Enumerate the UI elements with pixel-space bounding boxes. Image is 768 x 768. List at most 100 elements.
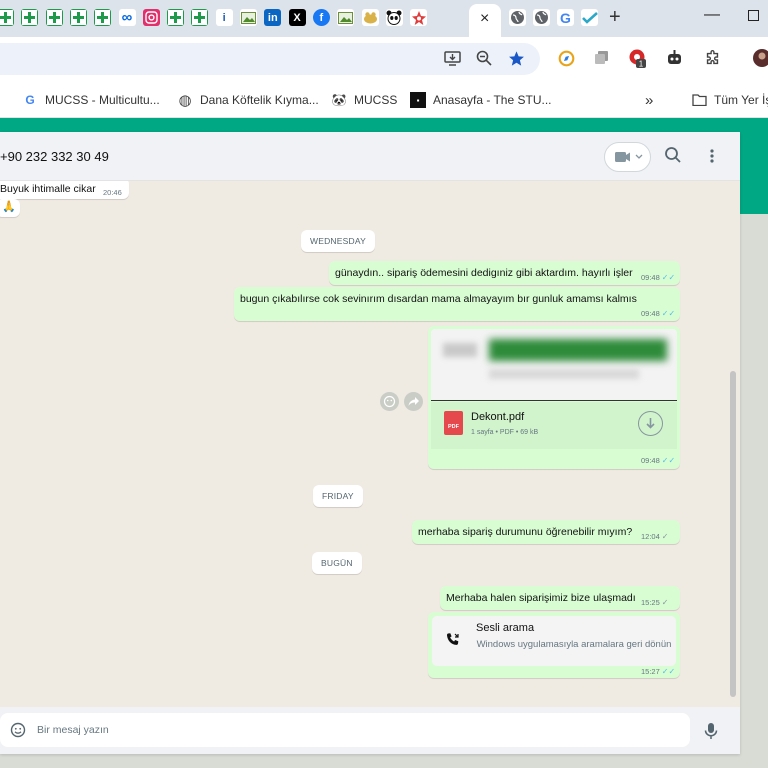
read-receipt-icon: ✓✓ — [661, 456, 676, 465]
tab-favicon-globe-icon[interactable] — [533, 9, 550, 26]
new-tab-button[interactable]: + — [609, 6, 621, 29]
message-reaction: 🙏 — [0, 199, 20, 217]
microphone-icon[interactable] — [703, 722, 719, 740]
outgoing-document-message[interactable]: PDF Dekont.pdf 1 sayfa • PDF • 69 kB 09:… — [428, 326, 680, 469]
tab-favicon-meta-icon[interactable]: ∞ — [118, 9, 136, 26]
message-time: 15:27 ✓✓ — [641, 667, 675, 676]
date-separator: FRIDAY — [313, 485, 363, 507]
extension-badge-icon[interactable]: 1 — [628, 48, 648, 68]
delivered-receipt-icon: ✓ — [661, 532, 669, 541]
outgoing-message: merhaba sipariş durumunu öğrenebilir mıy… — [412, 520, 680, 544]
tab-favicon-green-plus-icon[interactable] — [167, 9, 185, 26]
message-text: Merhaba halen siparişimiz bize ulaşmadı — [446, 592, 636, 604]
bookmarks-bar: G MUCSS - Multicultu... ◍ Dana Köftelik … — [0, 81, 768, 118]
read-receipt-icon: ✓✓ — [661, 273, 676, 282]
bookmark-label: MUCSS - Multicultu... — [45, 93, 160, 107]
message-time: 09:48 ✓✓ — [641, 456, 675, 465]
zoom-icon[interactable] — [474, 48, 494, 68]
tab-favicon-linkedin-icon[interactable]: in — [264, 9, 282, 26]
header-accent-band — [0, 118, 768, 132]
message-time: 09:48 ✓✓ — [641, 309, 675, 318]
outgoing-message: bugun çıkabılırse cok sevinırım dısardan… — [234, 287, 680, 321]
tab-favicon-frog-icon[interactable] — [361, 9, 379, 26]
side-accent-band — [740, 132, 768, 214]
bookmark-mucss[interactable]: 🐼 MUCSS — [331, 90, 398, 110]
react-emoji-icon[interactable] — [380, 392, 399, 411]
contact-name[interactable]: +90 232 332 30 49 — [0, 149, 109, 164]
tab-favicon-green-plus-icon[interactable] — [45, 9, 63, 26]
install-app-icon[interactable] — [442, 48, 462, 68]
bookmark-dana-koftelik[interactable]: ◍ Dana Köftelik Kıyma... — [177, 90, 318, 110]
tab-favicon-green-plus-icon[interactable] — [94, 9, 112, 26]
messages-scrollbar[interactable] — [730, 371, 736, 697]
call-title: Sesli arama — [476, 622, 535, 634]
message-text: merhaba sipariş durumunu öğrenebilir mıy… — [418, 526, 633, 538]
close-tab-icon[interactable]: × — [480, 10, 489, 28]
tab-favicon-instagram-icon[interactable] — [142, 9, 160, 26]
extension-robot-icon[interactable] — [664, 48, 684, 68]
message-input[interactable]: Bir mesaj yazın — [0, 713, 690, 747]
chat-header[interactable]: +90 232 332 30 49 — [0, 132, 740, 181]
message-time-value: 15:27 — [641, 667, 660, 676]
maximize-button[interactable] — [748, 10, 759, 21]
message-composer: Bir mesaj yazın — [0, 707, 740, 754]
delivered-receipt-icon: ✓ — [661, 598, 669, 607]
message-text: bugun çıkabılırse cok sevinırım dısardan… — [240, 293, 637, 305]
pdf-file-icon: PDF — [444, 411, 463, 435]
bookmark-label: MUCSS — [354, 93, 398, 107]
message-time: 15:25 ✓ — [641, 598, 668, 607]
extension-copy-icon[interactable] — [592, 48, 612, 68]
whatsapp-web-page: +90 232 332 30 49 Buyuk ihtimalle cikar … — [0, 118, 768, 768]
active-tab[interactable]: × — [469, 4, 501, 37]
minimize-button[interactable]: — — [704, 6, 720, 24]
tab-favicon-globe-icon[interactable] — [509, 9, 526, 26]
tab-favicon-gallery-icon[interactable] — [337, 9, 355, 26]
panda-icon: 🐼 — [331, 93, 347, 107]
extensions-puzzle-icon[interactable] — [702, 48, 722, 68]
stu-icon: ▪ — [410, 92, 426, 108]
video-call-button[interactable] — [604, 142, 651, 172]
message-time: 12:04 ✓ — [641, 532, 668, 541]
tab-favicon-x-icon[interactable]: X — [288, 9, 306, 26]
tab-favicon-google-icon[interactable]: G — [557, 9, 574, 26]
video-camera-icon — [615, 152, 643, 162]
tab-favicon-green-plus-icon[interactable] — [21, 9, 39, 26]
globe-icon: ◍ — [178, 92, 192, 109]
read-receipt-icon: ✓✓ — [661, 667, 676, 676]
document-info: PDF Dekont.pdf 1 sayfa • PDF • 69 kB — [431, 402, 677, 449]
message-time-value: 12:04 — [641, 532, 660, 541]
bookmarks-overflow-button[interactable]: » — [645, 90, 653, 110]
all-bookmarks-folder[interactable]: Tüm Yer İş — [691, 90, 768, 110]
tab-favicon-panda-icon[interactable] — [385, 9, 403, 26]
forward-icon[interactable] — [404, 392, 423, 411]
call-description: Windows uygulamasıyla aramalara geri dön… — [476, 639, 672, 650]
extension-compass-icon[interactable] — [556, 48, 576, 68]
bookmark-the-stu[interactable]: ▪ Anasayfa - The STU... — [410, 90, 552, 110]
incoming-message: Buyuk ihtimalle cikar 20:46 — [0, 181, 129, 199]
message-time-value: 15:25 — [641, 598, 660, 607]
tab-favicon-green-plus-icon[interactable] — [191, 9, 209, 26]
message-list[interactable]: Buyuk ihtimalle cikar 20:46 🙏 WEDNESDAY … — [0, 181, 740, 707]
call-log-message[interactable]: Sesli arama Windows uygulamasıyla aramal… — [428, 612, 680, 678]
tab-favicon-facebook-icon[interactable]: f — [312, 9, 330, 26]
call-card[interactable]: Sesli arama Windows uygulamasıyla aramal… — [432, 616, 676, 666]
tab-favicon-gallery-icon[interactable] — [240, 9, 257, 26]
download-icon[interactable] — [638, 411, 663, 436]
tab-favicon-green-plus-icon[interactable] — [69, 9, 87, 26]
bookmark-star-icon[interactable] — [506, 48, 526, 68]
sticker-emoji-icon[interactable] — [10, 722, 26, 738]
tab-favicon-checkmark-icon[interactable] — [581, 9, 598, 26]
document-preview-thumbnail[interactable] — [431, 329, 677, 401]
phone-call-icon — [445, 632, 461, 648]
bookmark-mucss-multicultural[interactable]: G MUCSS - Multicultu... — [22, 90, 160, 110]
tab-favicon-info-icon[interactable]: i — [215, 9, 233, 26]
profile-avatar-icon[interactable] — [752, 48, 768, 68]
message-time-value: 09:48 — [641, 456, 660, 465]
menu-icon[interactable] — [702, 146, 722, 166]
tab-favicon-spark-icon[interactable] — [410, 9, 428, 26]
tab-favicon-green-plus-icon[interactable] — [0, 9, 14, 26]
blurred-preview-block — [443, 343, 477, 357]
outgoing-message: günaydın.. sipariş ödemesini dedigıniz g… — [329, 261, 680, 285]
bookmark-label: Tüm Yer İş — [714, 93, 768, 107]
search-icon[interactable] — [664, 146, 684, 166]
